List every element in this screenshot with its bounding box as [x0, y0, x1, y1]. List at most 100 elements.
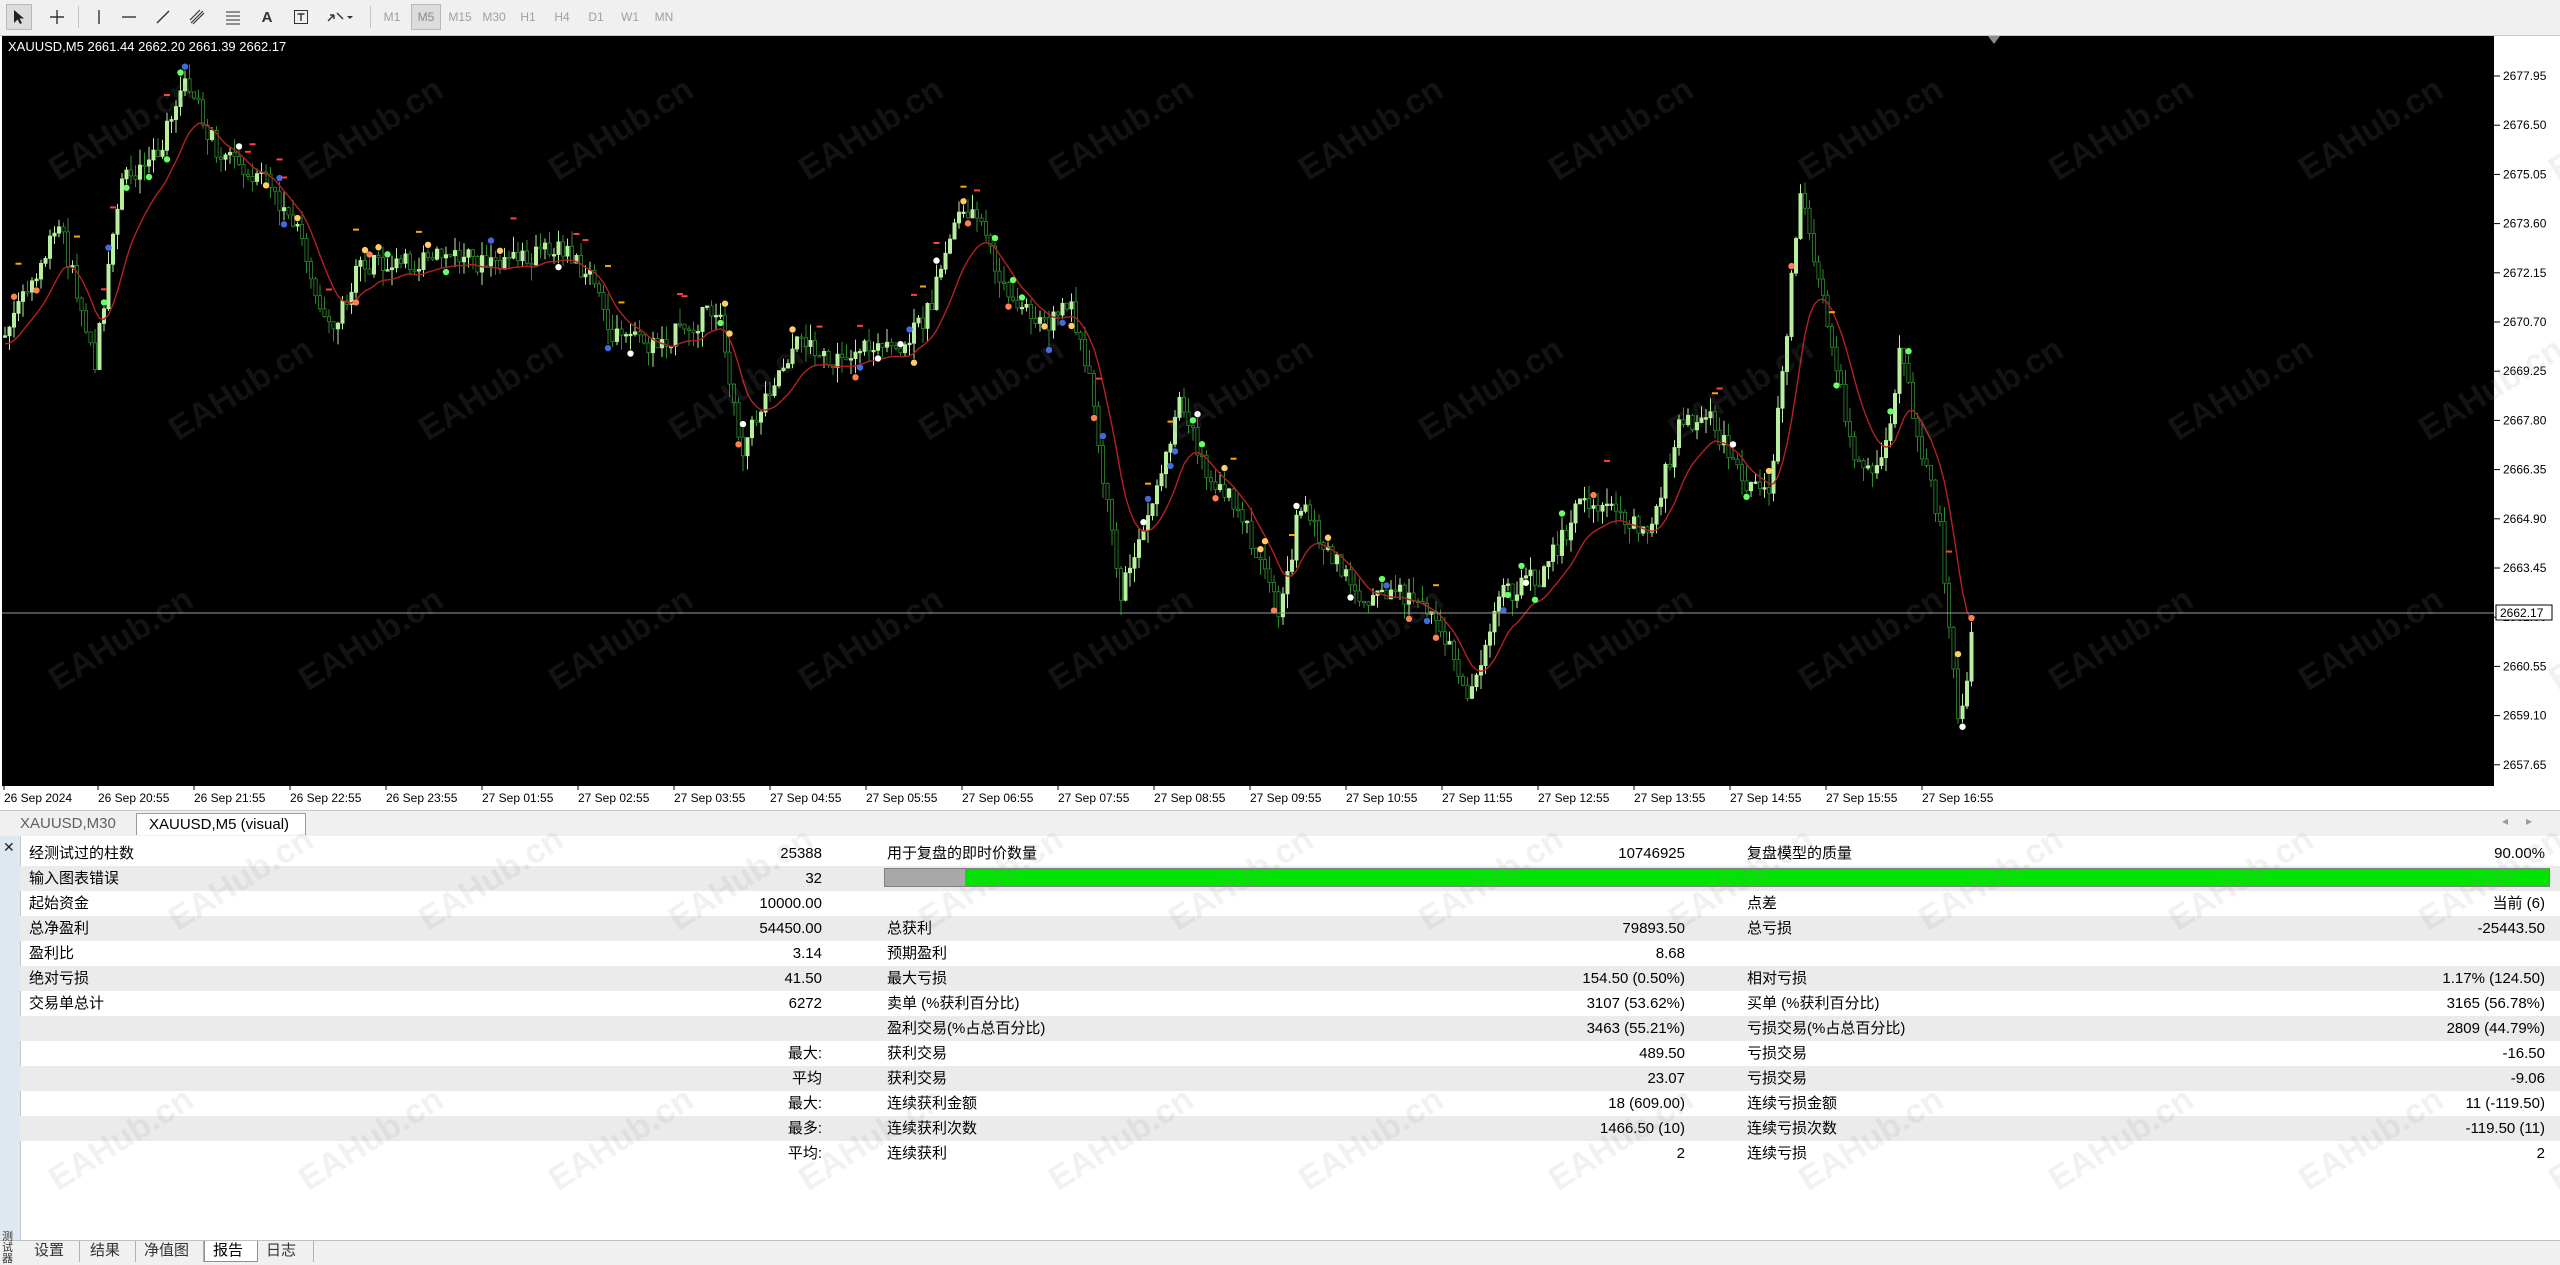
candle-body [1443, 631, 1448, 645]
text-label-icon[interactable] [288, 4, 314, 30]
candle-body [1488, 631, 1493, 646]
candle-body [340, 300, 345, 324]
trade-marker [1198, 441, 1206, 448]
report-label-c3l: 相对亏损 [1747, 970, 1808, 987]
timeframe-mn-button[interactable]: MN [649, 4, 679, 30]
cursor-icon[interactable] [6, 4, 32, 30]
trendline-icon[interactable] [150, 4, 176, 30]
crosshair-icon[interactable] [44, 4, 70, 30]
candle-body [543, 242, 548, 250]
candlestick-chart[interactable]: XAUUSD,M5 2661.44 2662.20 2661.39 2662.1… [0, 36, 2560, 810]
candle-body [1753, 481, 1758, 484]
time-label: 27 Sep 02:55 [578, 791, 650, 805]
candle-body [335, 322, 340, 330]
timeframe-d1-button[interactable]: D1 [581, 4, 611, 30]
candle-body [1497, 596, 1502, 612]
candle-body [1758, 481, 1763, 489]
candle-body [916, 317, 921, 324]
trade-marker [852, 374, 859, 381]
candle-body [178, 90, 183, 107]
timeframe-m5-button[interactable]: M5 [411, 4, 441, 30]
candle-body [385, 269, 390, 272]
trade-marker [1743, 493, 1750, 501]
price-label: 2670.70 [2503, 315, 2547, 329]
trade-marker [726, 330, 733, 337]
candle-body [484, 255, 489, 267]
tester-tab-3[interactable]: 净值图 [136, 1241, 204, 1262]
candle-body [1024, 303, 1029, 308]
tester-tab-1[interactable]: 设置 [26, 1241, 80, 1262]
candle-body [1668, 463, 1673, 468]
timeframe-m30-button[interactable]: M30 [479, 4, 509, 30]
time-label: 27 Sep 05:55 [866, 791, 938, 805]
candle-body [196, 97, 201, 101]
tester-tab-5[interactable]: 日志 [258, 1241, 314, 1262]
candle-body [1915, 417, 1920, 438]
candle-body [84, 310, 89, 333]
candle-body [997, 270, 1002, 283]
candle-body [597, 283, 602, 293]
candle-body [853, 351, 858, 359]
candle-body [786, 363, 791, 369]
candle-body [389, 267, 394, 271]
trade-marker [1432, 634, 1440, 641]
candle-body [781, 367, 786, 372]
trade-marker [1293, 502, 1300, 510]
timeframe-m1-button[interactable]: M1 [377, 4, 407, 30]
timeframe-w1-button[interactable]: W1 [615, 4, 645, 30]
close-icon[interactable]: ✕ [3, 839, 15, 856]
tester-tab-2[interactable]: 结果 [82, 1241, 136, 1262]
candle-body [1537, 584, 1542, 588]
time-label: 26 Sep 22:55 [290, 791, 362, 805]
horizontal-line-icon[interactable] [116, 4, 142, 30]
timeframe-h1-button[interactable]: H1 [513, 4, 543, 30]
candle-body [376, 254, 381, 259]
candle-body [1294, 514, 1299, 561]
candle-body [1857, 459, 1862, 462]
candle-body [1357, 590, 1362, 602]
arrows-dropdown-icon[interactable] [322, 4, 358, 30]
text-tool-button[interactable]: A [254, 4, 280, 30]
candle-body [34, 278, 39, 282]
candle-body [835, 353, 840, 369]
report-row: 最多: 连续获利次数 1466.50 (10) 连续亏损次数 -119.50 (11) [20, 1116, 2560, 1141]
trade-marker [1167, 462, 1174, 470]
candle-body [412, 269, 417, 272]
chart-tab-2[interactable]: XAUUSD,M5 (visual) [136, 813, 306, 835]
candle-body [885, 341, 890, 348]
candle-body [606, 308, 611, 330]
tester-vertical-label: 测试器 [2, 1231, 13, 1265]
trade-marker [384, 251, 391, 258]
candle-body [146, 159, 151, 167]
candle-body [826, 350, 831, 366]
modeling-quality-green-segment [965, 869, 2549, 886]
equidistant-channel-icon[interactable] [184, 4, 210, 30]
candle-body [421, 252, 426, 270]
fibonacci-icon[interactable] [220, 4, 246, 30]
candle-body [970, 209, 975, 219]
modeling-quality-gray-segment [885, 869, 965, 886]
chart-plot-area[interactable] [2, 36, 2494, 786]
report-label-c3l: 连续亏损金额 [1747, 1095, 1838, 1112]
candle-body [867, 340, 872, 352]
candle-body [358, 260, 363, 267]
vertical-line-icon[interactable] [86, 4, 112, 30]
price-label: 2672.15 [2503, 266, 2547, 280]
candle-body [182, 78, 187, 92]
candle-body [552, 254, 557, 257]
candle-body [1681, 419, 1686, 425]
candle-body [1632, 516, 1637, 529]
price-chart[interactable]: XAUUSD,M5 2661.44 2662.20 2661.39 2662.1… [0, 36, 2560, 810]
tab-scroll-arrows-icon[interactable]: ◂▸ [2502, 814, 2550, 828]
trade-marker [1522, 579, 1530, 586]
trade-marker [1423, 617, 1431, 625]
timeframe-m15-button[interactable]: M15 [445, 4, 475, 30]
trade-marker [964, 220, 972, 227]
tester-tab-4[interactable]: 报告 [204, 1241, 258, 1262]
candle-body [1150, 503, 1155, 516]
candle-body [88, 331, 93, 344]
chart-tab-1[interactable]: XAUUSD,M30 [8, 813, 134, 835]
report-value-c2v: 489.50 [1639, 1045, 1685, 1062]
timeframe-h4-button[interactable]: H4 [547, 4, 577, 30]
candle-body [1033, 318, 1038, 324]
